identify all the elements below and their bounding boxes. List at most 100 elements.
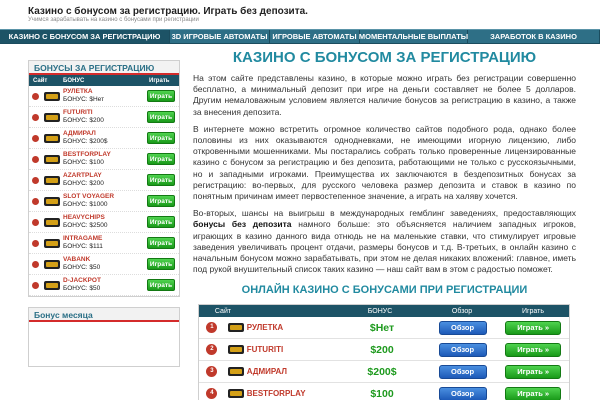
casino-logo-icon[interactable] bbox=[41, 91, 63, 101]
page-root: Казино с бонусом за регистрацию. Играть … bbox=[0, 0, 600, 400]
casino-name-link[interactable]: АДМИРАЛ bbox=[247, 367, 337, 376]
sidebar-play-button[interactable]: Играть bbox=[147, 279, 175, 291]
sidebar-play-button[interactable]: Играть bbox=[147, 153, 175, 165]
casino-bonus-text: БОНУС: $200 bbox=[63, 117, 104, 124]
casino-table-body: 1 РУЛЕТКА $Нет Обзор Играть » 2 FUTURITI $200 Об… bbox=[199, 317, 569, 400]
casino-logo-chip bbox=[44, 259, 60, 269]
nav-item-casino-earnings[interactable]: ЗАРАБОТОК В КАЗИНО bbox=[468, 30, 600, 43]
rank-number bbox=[31, 239, 39, 247]
rank-badge bbox=[29, 176, 41, 184]
casino-name-link[interactable]: РУЛЕТКА bbox=[247, 323, 337, 332]
casino-logo-icon[interactable] bbox=[225, 323, 247, 333]
sidebar-play-button[interactable]: Играть bbox=[147, 111, 175, 123]
casino-name-link[interactable]: BESTFORPLAY bbox=[63, 151, 147, 159]
casino-info: INTRAGAME БОНУС: $111 bbox=[63, 235, 147, 251]
casino-name-link[interactable]: VABANK bbox=[63, 256, 147, 264]
play-button[interactable]: Играть » bbox=[505, 386, 562, 400]
casino-logo-icon[interactable] bbox=[41, 175, 63, 185]
nav-item-3d-slots[interactable]: 3D ИГРОВЫЕ АВТОМАТЫ bbox=[170, 30, 270, 43]
casino-bonus-text: БОНУС: $200$ bbox=[63, 138, 108, 145]
casino-info: АДМИРАЛ БОНУС: $200$ bbox=[63, 130, 147, 146]
play-cell: Играть » bbox=[497, 320, 569, 335]
sidebar-play-button[interactable]: Играть bbox=[147, 90, 175, 102]
section-title: ОНЛАЙН КАЗИНО С БОНУСАМИ ПРИ РЕГИСТРАЦИИ bbox=[241, 284, 528, 297]
casino-logo-chip bbox=[227, 367, 244, 377]
casino-name-link[interactable]: D-JACKPOT bbox=[63, 277, 147, 285]
review-cell: Обзор bbox=[428, 364, 498, 379]
review-button[interactable]: Обзор bbox=[438, 342, 487, 357]
rank-badge bbox=[29, 92, 41, 100]
table-header-play: Играть bbox=[521, 307, 545, 315]
casino-name-link[interactable]: РУЛЕТКА bbox=[63, 88, 147, 96]
rank-badge bbox=[29, 134, 41, 142]
play-button[interactable]: Играть » bbox=[505, 320, 562, 335]
review-button[interactable]: Обзор bbox=[438, 364, 487, 379]
table-row: 2 FUTURITI $200 Обзор Играть » bbox=[199, 339, 569, 362]
sidebar-play-button[interactable]: Играть bbox=[147, 258, 175, 270]
casino-logo-icon[interactable] bbox=[41, 196, 63, 206]
play-button[interactable]: Играть » bbox=[505, 364, 562, 379]
table-header-site: Сайт bbox=[214, 307, 232, 315]
review-cell: Обзор bbox=[428, 386, 498, 400]
casino-logo-icon[interactable] bbox=[41, 238, 63, 248]
rank-badge: 4 bbox=[199, 388, 225, 400]
casino-logo-icon[interactable] bbox=[41, 112, 63, 122]
sidebar-table-header: Сайт БОНУС Играть bbox=[29, 75, 179, 86]
casino-logo-icon[interactable] bbox=[225, 389, 247, 399]
casino-name-link[interactable]: FUTURITI bbox=[63, 109, 147, 117]
rank-number: 1 bbox=[206, 322, 218, 334]
casino-logo-icon[interactable] bbox=[225, 345, 247, 355]
nav-item-instant-payouts[interactable]: МОМЕНТАЛЬНЫЕ ВЫПЛАТЫ bbox=[359, 30, 468, 43]
casino-logo-chip bbox=[44, 112, 60, 122]
casino-bonus-text: БОНУС: $50 bbox=[63, 264, 101, 271]
sidebar-play-button[interactable]: Играть bbox=[147, 174, 175, 186]
review-cell: Обзор bbox=[428, 320, 498, 335]
sidebar-play-button[interactable]: Играть bbox=[147, 216, 175, 228]
rank-number bbox=[31, 197, 39, 205]
play-cell: Играть » bbox=[497, 364, 569, 379]
casino-bonus-value: $200 bbox=[370, 343, 394, 356]
play-button[interactable]: Играть » bbox=[505, 342, 562, 357]
sidebar-play-button[interactable]: Играть bbox=[147, 195, 175, 207]
casino-logo-icon[interactable] bbox=[41, 280, 63, 290]
rank-number bbox=[31, 113, 39, 121]
casino-name-link[interactable]: BESTFORPLAY bbox=[247, 389, 337, 398]
casino-logo-icon[interactable] bbox=[41, 154, 63, 164]
casino-logo-chip bbox=[227, 323, 244, 333]
sidebar-casino-row: РУЛЕТКА БОНУС: $Нет Играть bbox=[29, 86, 179, 107]
second-paragraph: В интернете можно встретить огромное кол… bbox=[193, 123, 576, 202]
main-content: КАЗИНО С БОНУСОМ ЗА РЕГИСТРАЦИЮ На этом … bbox=[193, 46, 576, 400]
casino-logo-icon[interactable] bbox=[41, 259, 63, 269]
rank-number bbox=[31, 134, 39, 142]
review-button[interactable]: Обзор bbox=[438, 386, 487, 400]
casino-logo-icon[interactable] bbox=[225, 367, 247, 377]
rank-number bbox=[31, 155, 39, 163]
sidebar-play-button[interactable]: Играть bbox=[147, 132, 175, 144]
casino-name-link[interactable]: FUTURITI bbox=[247, 345, 337, 354]
rank-number: 2 bbox=[206, 344, 218, 356]
casino-name-link[interactable]: HEAVYCHIPS bbox=[63, 214, 147, 222]
rank-number: 4 bbox=[206, 388, 218, 400]
casino-table-header: Сайт БОНУС Обзор Играть bbox=[199, 305, 569, 318]
sidebar-header-play: Играть bbox=[149, 77, 170, 84]
casino-bonus-text: БОНУС: $200 bbox=[63, 180, 104, 187]
casino-name-link[interactable]: INTRAGAME bbox=[63, 235, 147, 243]
nav-item-slots[interactable]: ИГРОВЫЕ АВТОМАТЫ bbox=[270, 30, 360, 43]
casino-bonus-text: БОНУС: $Нет bbox=[63, 96, 105, 103]
nav-item-casino-bonus[interactable]: КАЗИНО С БОНУСОМ ЗА РЕГИСТРАЦИЮ bbox=[0, 30, 170, 43]
casino-bonus-text: БОНУС: $50 bbox=[63, 285, 101, 292]
casino-name-link[interactable]: SLOT VOYAGER bbox=[63, 193, 147, 201]
sidebar-play-button[interactable]: Играть bbox=[147, 237, 175, 249]
casino-name-link[interactable]: AZARTPLAY bbox=[63, 172, 147, 180]
casino-logo-chip bbox=[44, 133, 60, 143]
sidebar-casino-row: AZARTPLAY БОНУС: $200 Играть bbox=[29, 170, 179, 191]
casino-logo-icon[interactable] bbox=[41, 133, 63, 143]
site-title[interactable]: Казино с бонусом за регистрацию. Играть … bbox=[28, 6, 308, 17]
review-button[interactable]: Обзор bbox=[438, 320, 487, 335]
sidebar-casino-row: АДМИРАЛ БОНУС: $200$ Играть bbox=[29, 128, 179, 149]
rank-badge bbox=[29, 197, 41, 205]
casino-name-link[interactable]: АДМИРАЛ bbox=[63, 130, 147, 138]
sidebar-list: РУЛЕТКА БОНУС: $Нет Играть FUTURITI БОНУС: $… bbox=[29, 86, 179, 296]
casino-logo-icon[interactable] bbox=[41, 217, 63, 227]
casino-logo-chip bbox=[227, 345, 244, 355]
